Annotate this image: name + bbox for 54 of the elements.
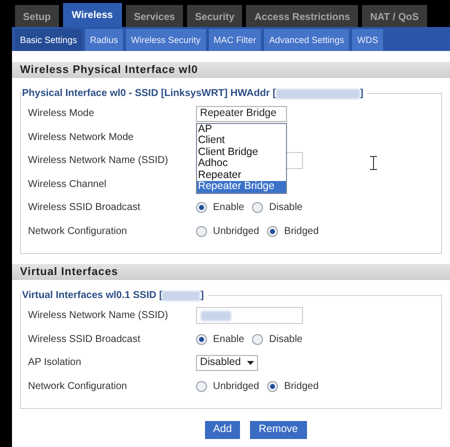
nav-tab[interactable]: Services bbox=[126, 5, 183, 27]
nav-tab[interactable]: Security bbox=[186, 5, 242, 27]
sub-tab[interactable]: MAC Filter bbox=[208, 29, 262, 51]
sub-tab[interactable]: Advanced Settings bbox=[264, 29, 350, 51]
section-header: Wireless Physical Interface wl0 bbox=[12, 62, 450, 78]
field-label: Wireless Mode bbox=[27, 107, 96, 122]
dropdown-option[interactable]: Repeater Bridge bbox=[197, 181, 286, 193]
sub-tab[interactable]: WDS bbox=[352, 29, 384, 51]
radio-button[interactable] bbox=[196, 334, 207, 345]
radio-button[interactable] bbox=[267, 380, 278, 392]
radio-button[interactable] bbox=[252, 202, 264, 214]
radio-label: Enable bbox=[213, 201, 244, 216]
dropdown[interactable]: Disabled bbox=[196, 354, 258, 371]
sub-tab[interactable]: Basic Settings bbox=[15, 29, 82, 51]
fieldset-legend: Physical Interface wl0 - SSID [LinksysWRT] HWAddr [ ] bbox=[21, 86, 368, 101]
dropdown-option[interactable]: Client bbox=[197, 135, 286, 147]
field-label: Wireless Network Mode bbox=[27, 130, 135, 145]
field-label: Wireless SSID Broadcast bbox=[27, 332, 142, 347]
radio-label: Bridged bbox=[284, 224, 319, 239]
field-label: AP Isolation bbox=[27, 356, 82, 370]
field-label: Wireless Network Name (SSID) bbox=[27, 154, 170, 168]
dropdown-option[interactable]: AP bbox=[197, 124, 286, 136]
radio-button[interactable] bbox=[196, 202, 207, 214]
nav-tab[interactable]: Wireless bbox=[62, 3, 122, 27]
nav-tab[interactable]: Access Restrictions bbox=[246, 5, 358, 27]
field-label: Network Configuration bbox=[27, 224, 128, 239]
field-label: Wireless SSID Broadcast bbox=[27, 201, 142, 216]
section-header: Virtual Interfaces bbox=[12, 264, 450, 280]
radio-button[interactable] bbox=[267, 226, 278, 237]
field-label: Wireless Channel bbox=[27, 178, 108, 192]
radio-label: Unbridged bbox=[213, 224, 260, 239]
nav-tab[interactable]: Setup bbox=[15, 5, 59, 27]
radio-label: Disable bbox=[269, 201, 302, 216]
field-label: Wireless Network Name (SSID) bbox=[27, 309, 170, 324]
redaction-mark bbox=[162, 290, 200, 300]
dropdown[interactable]: Repeater Bridge bbox=[196, 106, 287, 122]
dropdown-option[interactable]: Repeater bbox=[197, 170, 286, 182]
sub-tab[interactable]: Wireless Security bbox=[126, 29, 206, 51]
dropdown-option[interactable]: Client Bridge bbox=[197, 146, 286, 158]
radio-button[interactable] bbox=[196, 380, 207, 392]
radio-button[interactable] bbox=[252, 334, 264, 345]
action-button[interactable]: Add bbox=[205, 421, 240, 439]
sub-tab[interactable]: Radius bbox=[85, 29, 124, 51]
radio-label: Unbridged bbox=[213, 380, 260, 394]
radio-label: Bridged bbox=[284, 380, 319, 394]
field-label: Network Configuration bbox=[27, 380, 128, 394]
radio-label: Enable bbox=[213, 332, 244, 347]
radio-label: Disable bbox=[269, 332, 302, 347]
text-cursor-icon bbox=[370, 156, 377, 170]
radio-button[interactable] bbox=[196, 226, 207, 237]
dropdown-option[interactable]: Adhoc bbox=[197, 158, 286, 170]
action-button[interactable]: Remove bbox=[250, 421, 307, 439]
nav-tab[interactable]: NAT / QoS bbox=[362, 5, 427, 27]
input-field[interactable] bbox=[196, 307, 303, 324]
